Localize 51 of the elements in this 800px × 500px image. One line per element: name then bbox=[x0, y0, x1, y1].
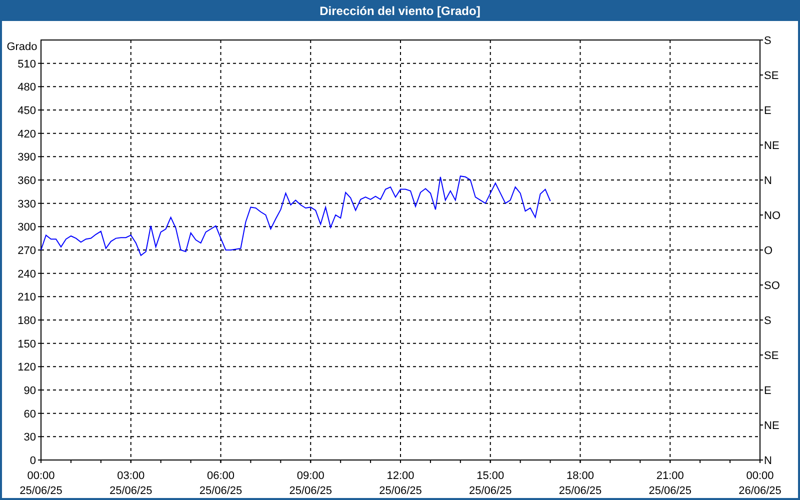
y-tick-label: 480 bbox=[18, 82, 36, 94]
y-tick-label: 450 bbox=[18, 105, 36, 117]
date-label: 25/06/25 bbox=[468, 485, 512, 497]
date-label: 25/06/25 bbox=[379, 485, 422, 497]
date-label: 25/06/25 bbox=[199, 485, 242, 497]
x-tick-label: 03:00 bbox=[117, 470, 145, 482]
axis-title: Grado bbox=[6, 41, 38, 53]
x-tick-label: 09:00 bbox=[296, 470, 324, 482]
y-tick-label: 270 bbox=[18, 245, 36, 257]
date-label: 25/06/25 bbox=[558, 485, 602, 497]
compass-tick-label: S bbox=[764, 315, 772, 327]
y-tick-label: 420 bbox=[18, 128, 36, 140]
y-tick-label: 150 bbox=[18, 338, 36, 350]
x-tick-label: 00:00 bbox=[27, 470, 55, 482]
y-tick-label: 210 bbox=[18, 292, 36, 304]
compass-tick-label: NE bbox=[764, 420, 780, 432]
x-tick-label: 00:00 bbox=[746, 470, 774, 482]
x-tick-label: 06:00 bbox=[206, 470, 235, 482]
y-tick-label: 120 bbox=[18, 362, 36, 374]
date-label: 25/06/25 bbox=[289, 485, 332, 497]
compass-tick-label: N bbox=[764, 175, 772, 187]
compass-tick-label: SE bbox=[764, 350, 779, 362]
y-tick-label: 390 bbox=[18, 152, 36, 164]
date-label: 25/06/25 bbox=[648, 485, 692, 497]
x-tick-label: 21:00 bbox=[656, 470, 684, 482]
y-tick-label: 510 bbox=[18, 58, 36, 70]
y-tick-label: 30 bbox=[24, 432, 36, 444]
y-tick-label: 240 bbox=[18, 268, 36, 280]
date-label: 25/06/25 bbox=[109, 485, 152, 497]
y-tick-label: 180 bbox=[18, 315, 36, 327]
compass-tick-label: N bbox=[764, 455, 772, 467]
x-tick-label: 12:00 bbox=[386, 470, 414, 482]
compass-tick-label: E bbox=[764, 105, 772, 117]
x-tick-label: 15:00 bbox=[476, 470, 504, 482]
compass-tick-label: NO bbox=[764, 210, 780, 222]
y-tick-label: 360 bbox=[18, 175, 36, 187]
date-label: 25/06/25 bbox=[20, 485, 62, 497]
compass-tick-label: NE bbox=[764, 140, 780, 152]
y-tick-label: 90 bbox=[24, 385, 36, 397]
y-tick-label: 60 bbox=[24, 408, 36, 420]
y-tick-label: 300 bbox=[18, 222, 36, 234]
y-tick-label: 330 bbox=[18, 198, 36, 210]
compass-tick-label: SO bbox=[764, 280, 780, 292]
x-tick-label: 18:00 bbox=[566, 470, 594, 482]
compass-tick-label: SE bbox=[764, 70, 779, 82]
y-tick-label: 0 bbox=[30, 455, 36, 467]
compass-tick-label: E bbox=[764, 385, 772, 397]
date-label: 26/06/25 bbox=[738, 485, 782, 497]
compass-tick-label: S bbox=[764, 35, 772, 47]
chart-title: Dirección del viento [Grado] bbox=[320, 4, 480, 16]
compass-tick-label: O bbox=[764, 245, 773, 257]
